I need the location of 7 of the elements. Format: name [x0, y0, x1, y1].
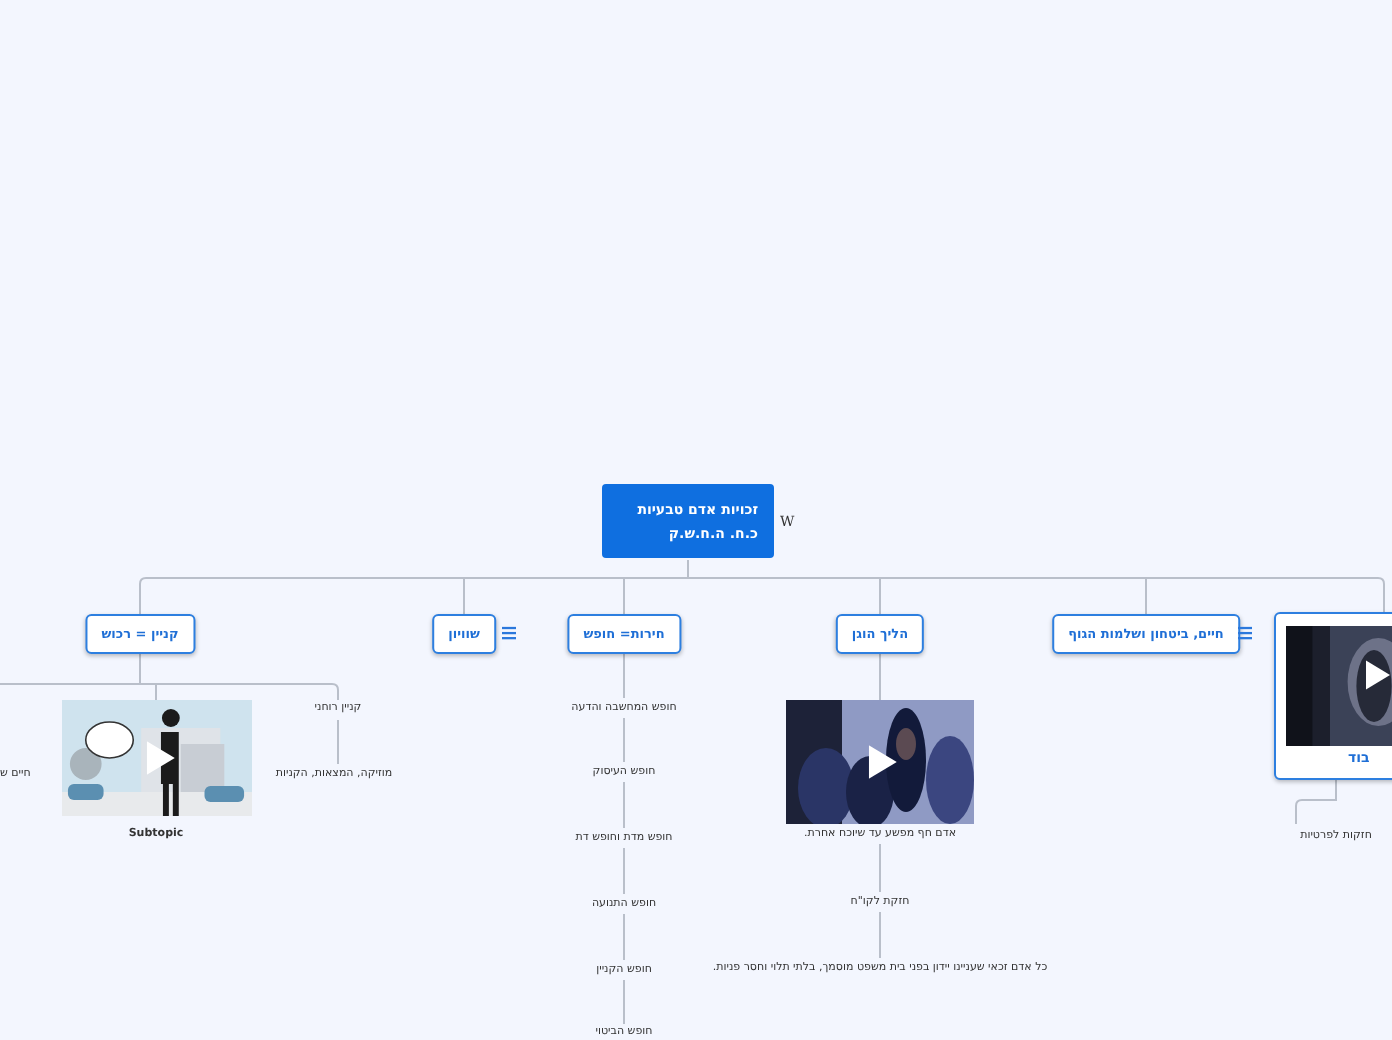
- connector-line: [337, 719, 339, 765]
- notes-icon[interactable]: [1238, 626, 1252, 640]
- play-icon[interactable]: [1366, 660, 1390, 690]
- notes-icon[interactable]: [502, 626, 516, 640]
- connector-line: [1295, 779, 1337, 825]
- play-icon[interactable]: [868, 745, 897, 779]
- play-icon[interactable]: [145, 741, 174, 775]
